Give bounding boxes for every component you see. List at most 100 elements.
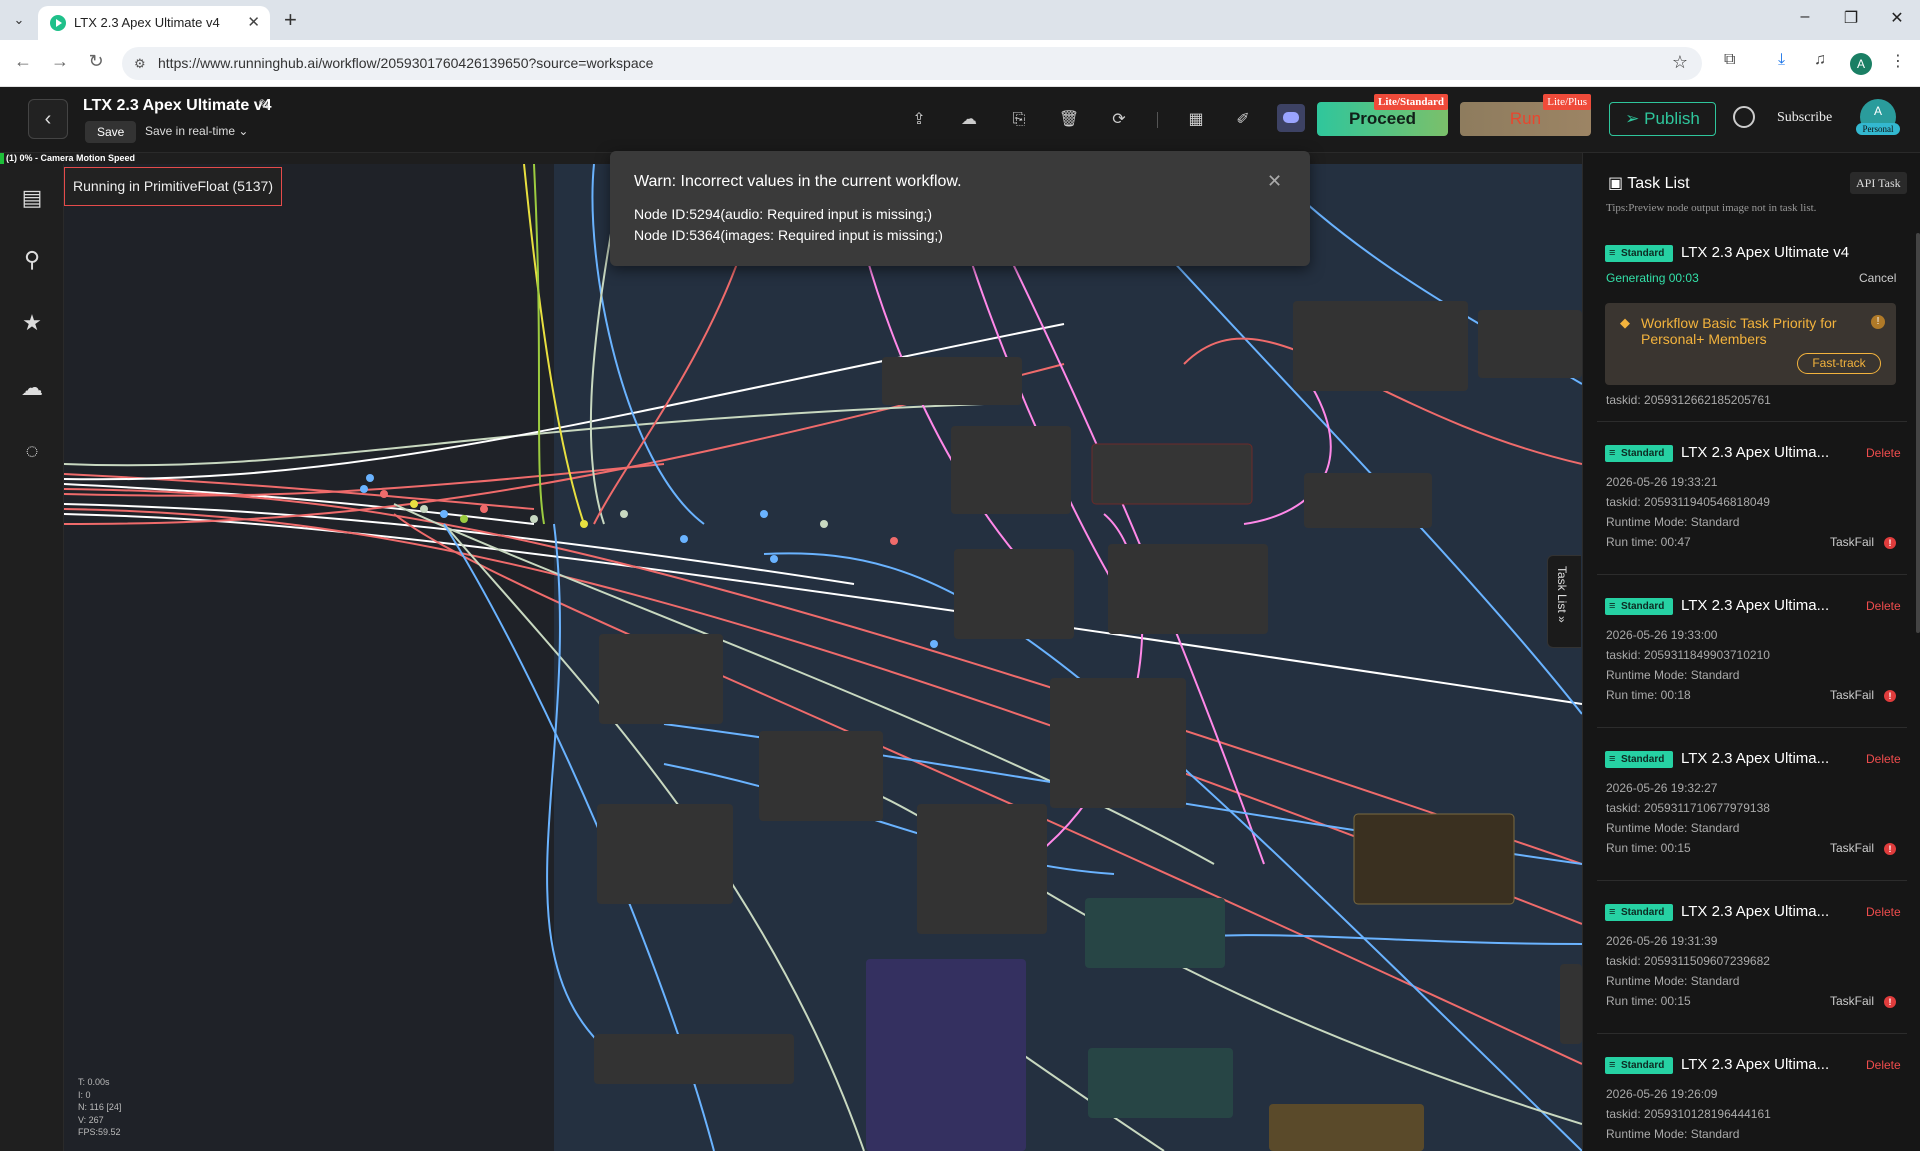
delete-task-button[interactable]: Delete [1866,752,1901,766]
browser-tab-strip: ⌄ LTX 2.3 Apex Ultimate v4 ✕ + – ❐ ✕ [0,0,1920,40]
globe-icon[interactable] [1733,106,1755,128]
current-task-name: LTX 2.3 Apex Ultimate v4 [1681,244,1850,261]
grid-icon[interactable]: ▦ [1185,109,1207,131]
stat-v: V: 267 [78,1114,104,1125]
back-arrow-icon[interactable]: ← [11,51,35,72]
save-mode-dropdown[interactable]: Save in real-time ⌄ [145,124,248,138]
download-icon[interactable]: ⤓ [1778,51,1785,69]
api-task-button[interactable]: API Task [1850,172,1907,194]
stat-fps: FPS:59.52 [78,1127,121,1137]
subscribe-link[interactable]: Subscribe [1777,110,1832,126]
standard-badge: Standard [1605,245,1673,262]
task-list-toggle[interactable]: Task List » [1547,555,1581,648]
task-status: TaskFail [1830,688,1875,702]
save-mode-label: Save in real-time [145,124,236,138]
cancel-button[interactable]: Cancel [1859,271,1896,285]
standard-badge: Standard [1605,1057,1673,1074]
trash-icon[interactable]: 🗑 [1058,109,1080,131]
task-date: 2026-05-26 19:31:39 [1606,934,1718,948]
info-icon[interactable]: ! [1871,315,1885,329]
error-icon[interactable]: ! [1884,690,1896,702]
favorites-star-icon[interactable]: ★ [18,309,46,337]
download-cloud-icon[interactable]: ☁ [958,109,980,131]
warning-line: Node ID:5294(audio: Required input is mi… [634,206,933,222]
language-toggle-icon[interactable]: ⎘ [1008,109,1030,131]
bookmark-star-icon[interactable]: ☆ [1672,52,1688,73]
save-button[interactable]: Save [85,121,137,143]
task-date: 2026-05-26 19:33:00 [1606,628,1718,642]
task-mode: Runtime Mode: Standard [1606,515,1740,529]
edit-title-icon[interactable]: ✎ [258,96,271,114]
address-bar[interactable]: ⚙ https://www.runninghub.ai/workflow/205… [122,47,1702,80]
error-icon[interactable]: ! [1884,996,1896,1008]
url-text: https://www.runninghub.ai/workflow/20593… [158,55,654,71]
task-runtime: Run time: 00:47 [1606,535,1691,549]
task-id: taskid: 2059311710677979138 [1606,801,1770,815]
extensions-icon[interactable]: ⧉ [1724,51,1735,69]
minimize-icon[interactable]: – [1790,8,1820,26]
run-label: Run [1509,109,1542,128]
user-avatar[interactable]: A Personal [1856,99,1900,135]
node-tree-icon[interactable]: ⚲ [18,246,46,274]
run-button[interactable]: Run Lite/Plus [1460,94,1591,136]
new-tab-icon[interactable]: + [284,7,297,33]
cloud-icon[interactable]: ☁ [18,374,46,402]
task-separator [1597,421,1907,422]
error-icon[interactable]: ! [1884,537,1896,549]
stat-i: I: 0 [78,1089,91,1100]
workflow-canvas[interactable] [64,164,1582,1151]
reload-icon[interactable]: ↻ [84,51,108,72]
close-window-icon[interactable]: ✕ [1882,8,1912,28]
close-warning-icon[interactable]: ✕ [1267,171,1282,192]
priority-text: Workflow Basic Task Priority for Persona… [1641,315,1837,347]
delete-task-button[interactable]: Delete [1866,446,1901,460]
restore-icon[interactable]: ❐ [1836,8,1866,28]
close-tab-icon[interactable]: ✕ [247,13,260,31]
task-list-icon: ▣ [1608,175,1624,192]
standard-badge: Standard [1605,445,1673,462]
task-name: LTX 2.3 Apex Ultima... [1681,444,1830,461]
browser-tab[interactable]: LTX 2.3 Apex Ultimate v4 ✕ [38,6,270,40]
task-id: taskid: 2059311509607239682 [1606,954,1770,968]
publish-button[interactable]: ➢ Publish [1609,102,1716,136]
node-graph[interactable] [64,164,1582,1151]
panel-scrollbar[interactable] [1916,233,1920,633]
task-status: TaskFail [1830,535,1875,549]
media-icon[interactable]: ♫ [1814,51,1826,69]
task-separator [1597,574,1907,575]
task-list-toggle-label: Task List » [1555,566,1569,623]
browser-menu-icon[interactable]: ⋮ [1890,51,1906,71]
refresh-icon[interactable]: ⟳ [1108,109,1130,131]
error-icon[interactable]: ! [1884,843,1896,855]
edit-box-icon[interactable]: ✐ [1232,109,1254,131]
browser-toolbar: ← → ↻ ⚙ https://www.runninghub.ai/workfl… [0,40,1920,87]
forward-arrow-icon[interactable]: → [48,51,72,72]
site-info-icon[interactable]: ⚙ [134,56,146,72]
delete-task-button[interactable]: Delete [1866,599,1901,613]
browser-profile-avatar[interactable]: A [1850,53,1872,75]
panel-title: ▣ Task List [1608,173,1690,193]
back-button[interactable]: ‹ [28,99,68,139]
generating-status: Generating 00:03 [1606,271,1699,285]
upload-icon[interactable]: ⇪ [908,109,930,131]
task-mode: Runtime Mode: Standard [1606,821,1740,835]
task-name: LTX 2.3 Apex Ultima... [1681,597,1830,614]
app-header: ‹ LTX 2.3 Apex Ultimate v4 ✎ Save Save i… [0,87,1920,153]
tab-search-icon[interactable]: ⌄ [8,9,30,31]
delete-task-button[interactable]: Delete [1866,905,1901,919]
warning-toast: Warn: Incorrect values in the current wo… [610,151,1310,266]
task-date: 2026-05-26 19:32:27 [1606,781,1718,795]
document-icon[interactable]: ▤ [18,184,46,212]
warning-title: Warn: Incorrect values in the current wo… [634,173,962,190]
chat-icon[interactable]: ◌ [18,437,46,465]
diamond-icon: ◆ [1620,315,1630,330]
proceed-button[interactable]: Proceed Lite/Standard [1317,94,1448,136]
standard-badge: Standard [1605,751,1673,768]
task-name: LTX 2.3 Apex Ultima... [1681,903,1830,920]
fast-track-button[interactable]: Fast-track [1797,353,1881,374]
toolbar-divider [1157,112,1158,128]
delete-task-button[interactable]: Delete [1866,1058,1901,1072]
standard-badge: Standard [1605,904,1673,921]
left-sidebar: ▤ ⚲ ★ ☁ ◌ [0,164,64,1151]
discord-icon[interactable] [1277,104,1305,132]
